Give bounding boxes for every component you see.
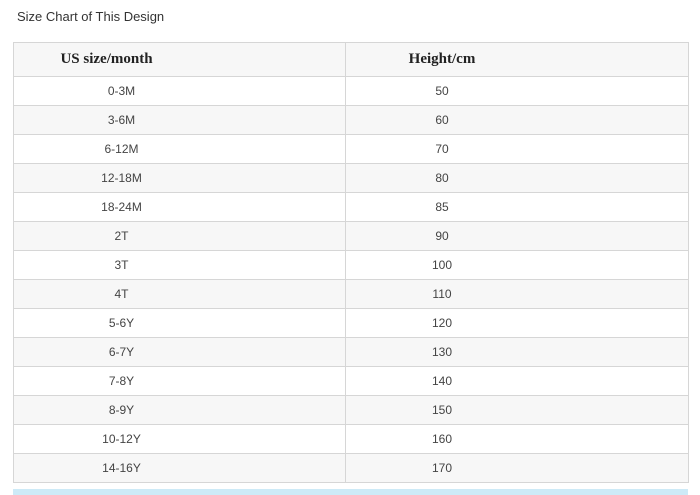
height-value: 120: [431, 316, 453, 330]
table-row: 0-3M 50: [13, 76, 689, 106]
height-value: 80: [435, 171, 449, 185]
height-cell: 70: [345, 134, 689, 164]
table-row: 5-6Y 120: [13, 308, 689, 338]
size-value: 6-7Y: [108, 345, 135, 359]
size-cell: 14-16Y: [13, 453, 346, 483]
height-cell: 110: [345, 279, 689, 309]
height-cell: 85: [345, 192, 689, 222]
table-row: 6-7Y 130: [13, 337, 689, 367]
size-value: 6-12M: [104, 142, 139, 156]
height-value: 130: [431, 345, 453, 359]
height-cell: 120: [345, 308, 689, 338]
height-value: 140: [431, 374, 453, 388]
table-row: 10-12Y 160: [13, 424, 689, 454]
column-header-size: US size/month: [13, 42, 346, 77]
size-cell: 3T: [13, 250, 346, 280]
size-cell: 10-12Y: [13, 424, 346, 454]
size-value: 3-6M: [107, 113, 136, 127]
column-header-size-label: US size/month: [60, 51, 153, 67]
size-value: 4T: [114, 287, 129, 301]
size-cell: 8-9Y: [13, 395, 346, 425]
height-cell: 170: [345, 453, 689, 483]
size-value: 0-3M: [107, 84, 136, 98]
column-header-height: Height/cm: [345, 42, 689, 77]
page-title: Size Chart of This Design: [17, 9, 165, 24]
table-row: 3-6M 60: [13, 105, 689, 135]
height-cell: 100: [345, 250, 689, 280]
size-cell: 6-12M: [13, 134, 346, 164]
table-row: 12-18M 80: [13, 163, 689, 193]
size-value: 14-16Y: [102, 461, 141, 475]
height-value: 110: [432, 287, 452, 301]
size-value: 10-12Y: [102, 432, 141, 446]
height-value: 50: [435, 84, 449, 98]
size-value: 8-9Y: [108, 403, 135, 417]
table-row: 14-16Y 170: [13, 453, 689, 483]
height-cell: 140: [345, 366, 689, 396]
table-row: 7-8Y 140: [13, 366, 689, 396]
height-cell: 160: [345, 424, 689, 454]
size-chart-table: US size/month Height/cm 0-3M 50 3-6M 60 6-12…: [13, 42, 689, 483]
size-cell: 2T: [13, 221, 346, 251]
size-cell: 4T: [13, 279, 346, 309]
table-body: 0-3M 50 3-6M 60 6-12M 70 12-18M 80 18-24M 85 2T 90 3…: [13, 76, 689, 483]
height-cell: 90: [345, 221, 689, 251]
size-cell: 0-3M: [13, 76, 346, 106]
height-cell: 50: [345, 76, 689, 106]
height-cell: 150: [345, 395, 689, 425]
height-value: 170: [431, 461, 453, 475]
size-value: 2T: [114, 229, 129, 243]
table-row: 2T 90: [13, 221, 689, 251]
height-value: 160: [431, 432, 453, 446]
table-row: 18-24M 85: [13, 192, 689, 222]
height-value: 100: [431, 258, 453, 272]
size-cell: 3-6M: [13, 105, 346, 135]
table-row: 6-12M 70: [13, 134, 689, 164]
size-value: 18-24M: [101, 200, 142, 214]
size-cell: 6-7Y: [13, 337, 346, 367]
size-cell: 5-6Y: [13, 308, 346, 338]
size-value: 5-6Y: [108, 316, 135, 330]
size-value: 7-8Y: [108, 374, 135, 388]
size-value: 3T: [114, 258, 129, 272]
table-row: 4T 110: [13, 279, 689, 309]
table-row: 8-9Y 150: [13, 395, 689, 425]
height-value: 90: [435, 229, 449, 243]
table-header-row: US size/month Height/cm: [13, 42, 689, 77]
height-value: 60: [435, 113, 449, 127]
height-value: 150: [431, 403, 453, 417]
bottom-divider-bar: [13, 489, 688, 495]
table-row: 3T 100: [13, 250, 689, 280]
size-cell: 18-24M: [13, 192, 346, 222]
height-cell: 130: [345, 337, 689, 367]
size-cell: 7-8Y: [13, 366, 346, 396]
column-header-height-label: Height/cm: [408, 51, 476, 67]
height-cell: 80: [345, 163, 689, 193]
height-value: 85: [435, 200, 449, 214]
height-cell: 60: [345, 105, 689, 135]
size-cell: 12-18M: [13, 163, 346, 193]
height-value: 70: [435, 142, 449, 156]
size-value: 12-18M: [101, 171, 142, 185]
